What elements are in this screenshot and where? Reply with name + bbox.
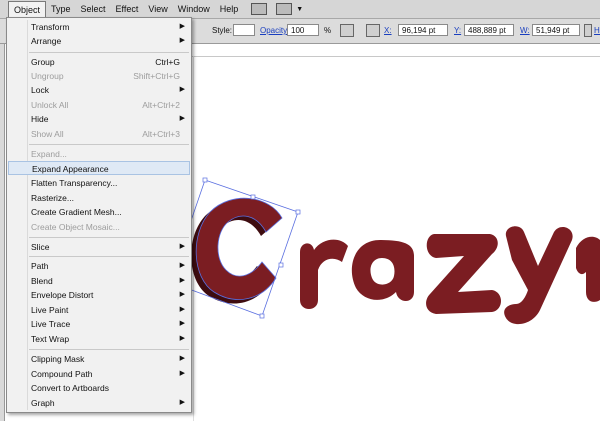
selection-handle xyxy=(202,177,208,183)
menu-item-transform[interactable]: Transform ▶ xyxy=(8,20,190,34)
menu-item-blend[interactable]: Blend ▶ xyxy=(8,274,190,288)
chevron-right-icon: ▶ xyxy=(179,291,185,298)
menu-separator xyxy=(29,349,189,350)
letter-r xyxy=(300,239,348,309)
selection-handle xyxy=(259,313,265,319)
menu-item-create-gradient-mesh[interactable]: Create Gradient Mesh... xyxy=(8,205,190,219)
menu-separator xyxy=(29,144,189,145)
menu-item-live-paint[interactable]: Live Paint ▶ xyxy=(8,303,190,317)
menu-item-unlock-all: Unlock All Alt+Ctrl+2 xyxy=(31,100,180,110)
chevron-right-icon: ▶ xyxy=(179,320,185,327)
menu-separator xyxy=(29,256,189,257)
chevron-right-icon: ▶ xyxy=(179,243,185,250)
chevron-right-icon: ▶ xyxy=(179,115,185,122)
letter-c xyxy=(195,197,283,300)
menu-item-convert-to-artboards[interactable]: Convert to Artboards xyxy=(8,381,190,395)
menu-item-expand-appearance[interactable]: Expand Appearance xyxy=(8,161,190,175)
menu-item-flatten-transparency[interactable]: Flatten Transparency... xyxy=(8,176,190,190)
letter-partial xyxy=(576,236,600,302)
selection-handle xyxy=(295,209,301,215)
menu-item-show-all: Show All Alt+Ctrl+3 xyxy=(31,129,180,139)
menu-item-ungroup: Ungroup Shift+Ctrl+G xyxy=(31,71,180,81)
menu-item-clipping-mask[interactable]: Clipping Mask ▶ xyxy=(8,352,190,366)
object-menu-dropdown: Transform ▶ Arrange ▶ Group Ctrl+G Ungroup S… xyxy=(6,17,192,413)
menu-separator xyxy=(29,52,189,53)
menu-separator xyxy=(29,237,189,238)
selection-handle xyxy=(250,194,256,200)
chevron-right-icon: ▶ xyxy=(179,355,185,362)
chevron-right-icon: ▶ xyxy=(179,262,185,269)
chevron-right-icon: ▶ xyxy=(179,335,185,342)
letter-y xyxy=(504,226,573,325)
chevron-right-icon: ▶ xyxy=(179,306,185,313)
chevron-right-icon: ▶ xyxy=(179,86,185,93)
menu-item-expand: Expand... xyxy=(31,149,67,159)
selection-handle xyxy=(278,262,284,268)
menu-item-slice[interactable]: Slice ▶ xyxy=(8,240,190,254)
menu-item-group[interactable]: Group Ctrl+G xyxy=(8,55,190,69)
menu-item-live-trace[interactable]: Live Trace ▶ xyxy=(8,317,190,331)
chevron-right-icon: ▶ xyxy=(179,399,185,406)
menu-item-rasterize[interactable]: Rasterize... xyxy=(8,191,190,205)
menu-item-arrange[interactable]: Arrange ▶ xyxy=(8,34,190,48)
menu-item-graph[interactable]: Graph ▶ xyxy=(8,396,190,410)
menu-item-create-object-mosaic: Create Object Mosaic... xyxy=(31,222,120,232)
chevron-right-icon: ▶ xyxy=(179,277,185,284)
letter-a xyxy=(351,240,414,301)
menu-item-path[interactable]: Path ▶ xyxy=(8,259,190,273)
menu-item-text-wrap[interactable]: Text Wrap ▶ xyxy=(8,332,190,346)
chevron-right-icon: ▶ xyxy=(179,23,185,30)
menu-item-lock[interactable]: Lock ▶ xyxy=(8,83,190,97)
menu-item-envelope-distort[interactable]: Envelope Distort ▶ xyxy=(8,288,190,302)
menu-item-hide[interactable]: Hide ▶ xyxy=(8,112,190,126)
letter-z xyxy=(426,234,501,314)
chevron-right-icon: ▶ xyxy=(179,370,185,377)
chevron-right-icon: ▶ xyxy=(179,37,185,44)
menu-item-compound-path[interactable]: Compound Path ▶ xyxy=(8,367,190,381)
